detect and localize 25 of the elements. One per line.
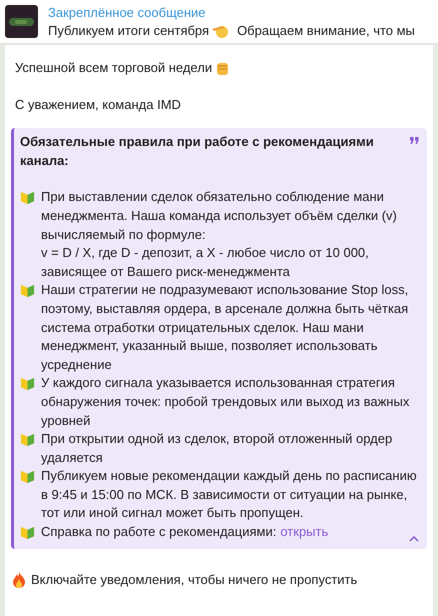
pinned-message-bar[interactable]: Закреплённое сообщение Публикуем итоги сентября Обращаем внимание, что мы: [0, 0, 438, 44]
pinned-title: Закреплённое сообщение: [48, 4, 207, 22]
shield-icon: [20, 525, 35, 540]
quote-mark-icon: [410, 137, 419, 144]
chevron-icon: [409, 536, 419, 542]
signature-text: С уважением, команда IMD: [15, 96, 182, 114]
shield-icon: [20, 190, 35, 206]
open-link[interactable]: открыть: [280, 523, 328, 542]
rule-text: Публикуем новые рекомендации каждый день по расписанию в 9:45 и 15:00 по МСК. В зависимости от ситуации на рынке, тот или иной сигнал может быть пропущен.: [41, 467, 418, 522]
rule-text: Наши стратегии не подразумевают использование Stop loss, поэтому, выставляя ордера, в арсенале должна быть чёткая система отработки отрицательных сделок. Наш мани менеджмент, указанный выше, позволяет использовать усреднение: [41, 281, 410, 374]
message-text: Успешной всем торговой недели: [15, 59, 212, 77]
thumbnail: [5, 5, 38, 38]
shield-icon: [20, 376, 35, 392]
shield-icon: [20, 432, 35, 448]
rule-text: При выставлении сделок обязательно соблюдение мани менеджмента. Наша команда использует объём сделки (v) вычисляемый по формуле: v = D / X, где D - депозит, а X - любое число от 10 000, зависящее от Вашего риск-менеджмента: [41, 188, 398, 281]
notification-hint: Включайте уведомления, чтобы ничего не пропустить: [31, 570, 358, 589]
rule-text: Справка по работе с рекомендациями:: [41, 523, 276, 542]
rule-text: При открытии одной из сделок, второй отложенный ордер удаляется: [41, 430, 394, 467]
shield-icon: [20, 469, 35, 484]
shield-icon: [20, 283, 35, 298]
fire-icon: [11, 570, 27, 589]
quote-title: Обязательные правила при работе с рекомендациями канала:: [20, 133, 375, 170]
pinned-preview-continued: Обращаем внимание, что мы: [237, 22, 415, 40]
pinned-preview: Публикуем итоги сентября: [48, 22, 210, 40]
rule-text: У каждого сигнала указывается использованная стратегия обнаружения точек: пробой трендовых или выход из важных уровней: [41, 374, 410, 430]
